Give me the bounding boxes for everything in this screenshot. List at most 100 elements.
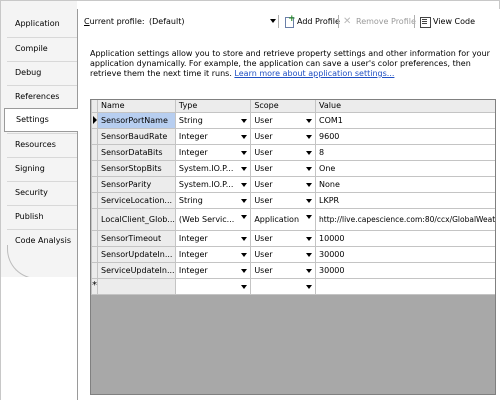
setting-type-cell[interactable]: System.IO.P... (174, 175, 252, 193)
setting-value-cell[interactable]: 8 (315, 143, 495, 161)
setting-value-cell[interactable]: 9600 (315, 127, 495, 145)
learn-more-link[interactable]: Learn more about application settings... (234, 69, 394, 78)
settings-toolbar: Current profile: (Default) Add Profile R… (82, 13, 498, 31)
setting-value-cell[interactable]: 10000 (315, 229, 495, 247)
setting-value-cell[interactable]: None (315, 175, 495, 193)
setting-name-cell[interactable]: SensorBaudRate (97, 127, 176, 145)
setting-scope-cell[interactable] (250, 277, 317, 295)
chevron-down-icon[interactable] (241, 166, 248, 171)
chevron-down-icon[interactable] (270, 19, 276, 23)
setting-type-cell[interactable]: Integer (174, 229, 252, 247)
setting-name-cell[interactable]: SensorUpdateIn... (97, 245, 176, 263)
setting-scope-cell[interactable]: User (250, 229, 317, 247)
add-profile-button[interactable]: Add Profile (283, 13, 340, 29)
setting-name-cell[interactable]: SensorParity (97, 175, 176, 193)
tab-resources[interactable]: Resources (7, 133, 77, 155)
setting-value-cell[interactable]: 30000 (315, 245, 495, 263)
setting-scope-cell[interactable]: User (250, 159, 317, 177)
setting-type-cell[interactable]: String (174, 191, 252, 209)
column-header-type[interactable]: Type (174, 100, 252, 113)
chevron-down-icon[interactable] (306, 182, 313, 187)
toolbar-separator (414, 15, 415, 28)
remove-icon (342, 15, 353, 28)
chevron-down-icon[interactable] (241, 150, 248, 155)
setting-value-cell[interactable]: 30000 (315, 261, 495, 279)
tab-security[interactable]: Security (7, 181, 77, 203)
view-code-label: View Code (433, 17, 476, 26)
current-profile-label: Current profile: (84, 17, 145, 26)
tab-application[interactable]: Application (7, 13, 77, 35)
remove-profile-button[interactable]: Remove Profile (342, 14, 416, 29)
view-code-button[interactable]: View Code (419, 14, 475, 29)
chevron-down-icon[interactable] (241, 214, 248, 219)
table-row: SensorPortName String User COM1 (91, 111, 495, 129)
setting-scope-cell[interactable]: User (250, 111, 317, 129)
setting-type-cell[interactable]: System.IO.P... (174, 159, 252, 177)
chevron-down-icon[interactable] (306, 134, 313, 139)
setting-type-cell[interactable] (174, 277, 252, 295)
chevron-down-icon[interactable] (241, 236, 248, 241)
chevron-down-icon[interactable] (306, 118, 313, 123)
chevron-down-icon[interactable] (306, 166, 313, 171)
setting-scope-cell[interactable]: User (250, 143, 317, 161)
new-row: * (91, 277, 495, 295)
current-profile-select[interactable]: (Default) (142, 14, 282, 29)
setting-value-cell[interactable] (315, 277, 495, 295)
tab-publish[interactable]: Publish (7, 205, 77, 227)
new-row-icon: * (92, 280, 97, 291)
setting-value-cell[interactable]: One (315, 159, 495, 177)
toolbar-separator (338, 15, 339, 28)
setting-type-cell[interactable]: Integer (174, 127, 252, 145)
chevron-down-icon[interactable] (241, 284, 248, 289)
chevron-down-icon[interactable] (306, 236, 313, 241)
setting-type-cell[interactable]: Integer (174, 143, 252, 161)
table-row: SensorBaudRate Integer User 9600 (91, 127, 495, 145)
add-profile-label: Add Profile (297, 17, 340, 26)
setting-scope-cell[interactable]: User (250, 175, 317, 193)
chevron-down-icon[interactable] (306, 214, 313, 219)
table-row: SensorUpdateIn... Integer User 30000 (91, 245, 495, 263)
setting-type-cell[interactable]: Integer (174, 261, 252, 279)
setting-name-cell[interactable]: ServiceLocation... (97, 191, 176, 209)
setting-scope-cell[interactable]: User (250, 191, 317, 209)
chevron-down-icon[interactable] (241, 252, 248, 257)
setting-type-cell[interactable]: Integer (174, 245, 252, 263)
setting-scope-cell[interactable]: User (250, 127, 317, 145)
tab-signing[interactable]: Signing (7, 157, 77, 179)
chevron-down-icon[interactable] (306, 284, 313, 289)
tab-settings[interactable]: Settings (4, 108, 78, 132)
setting-value-cell[interactable]: http://live.capescience.com:80/ccx/Globa… (315, 207, 495, 231)
setting-type-cell[interactable]: String (174, 111, 252, 129)
tab-references[interactable]: References (7, 85, 77, 107)
setting-scope-cell[interactable]: User (250, 261, 317, 279)
setting-type-cell[interactable]: (Web Servic... (174, 207, 252, 231)
tab-code-analysis[interactable]: Code Analysis (7, 229, 77, 251)
setting-name-cell[interactable]: SensorDataBits (97, 143, 176, 161)
column-header-value[interactable]: Value (315, 100, 495, 113)
column-header-scope[interactable]: Scope (250, 100, 317, 113)
setting-scope-cell[interactable]: User (250, 245, 317, 263)
setting-name-cell[interactable]: SensorStopBits (97, 159, 176, 177)
chevron-down-icon[interactable] (241, 182, 248, 187)
setting-value-cell[interactable]: LKPR (315, 191, 495, 209)
setting-scope-cell[interactable]: Application (250, 207, 317, 231)
setting-name-cell[interactable]: ServiceUpdateIn... (97, 261, 176, 279)
column-header-name[interactable]: Name (97, 100, 176, 113)
chevron-down-icon[interactable] (306, 150, 313, 155)
chevron-down-icon[interactable] (241, 118, 248, 123)
chevron-down-icon[interactable] (306, 252, 313, 257)
chevron-down-icon[interactable] (306, 268, 313, 273)
tab-compile[interactable]: Compile (7, 37, 77, 59)
setting-name-cell[interactable] (97, 277, 176, 295)
setting-name-cell[interactable]: SensorTimeout (97, 229, 176, 247)
chevron-down-icon[interactable] (306, 198, 313, 203)
table-row: SensorParity System.IO.P... User None (91, 175, 495, 193)
setting-name-cell[interactable]: SensorPortName (97, 111, 176, 129)
setting-name-cell[interactable]: LocalClient_Glob... (97, 207, 176, 231)
chevron-down-icon[interactable] (241, 198, 248, 203)
chevron-down-icon[interactable] (241, 134, 248, 139)
chevron-down-icon[interactable] (241, 268, 248, 273)
setting-value-cell[interactable]: COM1 (315, 111, 495, 129)
settings-page: Current profile: (Default) Add Profile R… (78, 9, 500, 400)
tab-debug[interactable]: Debug (7, 61, 77, 83)
